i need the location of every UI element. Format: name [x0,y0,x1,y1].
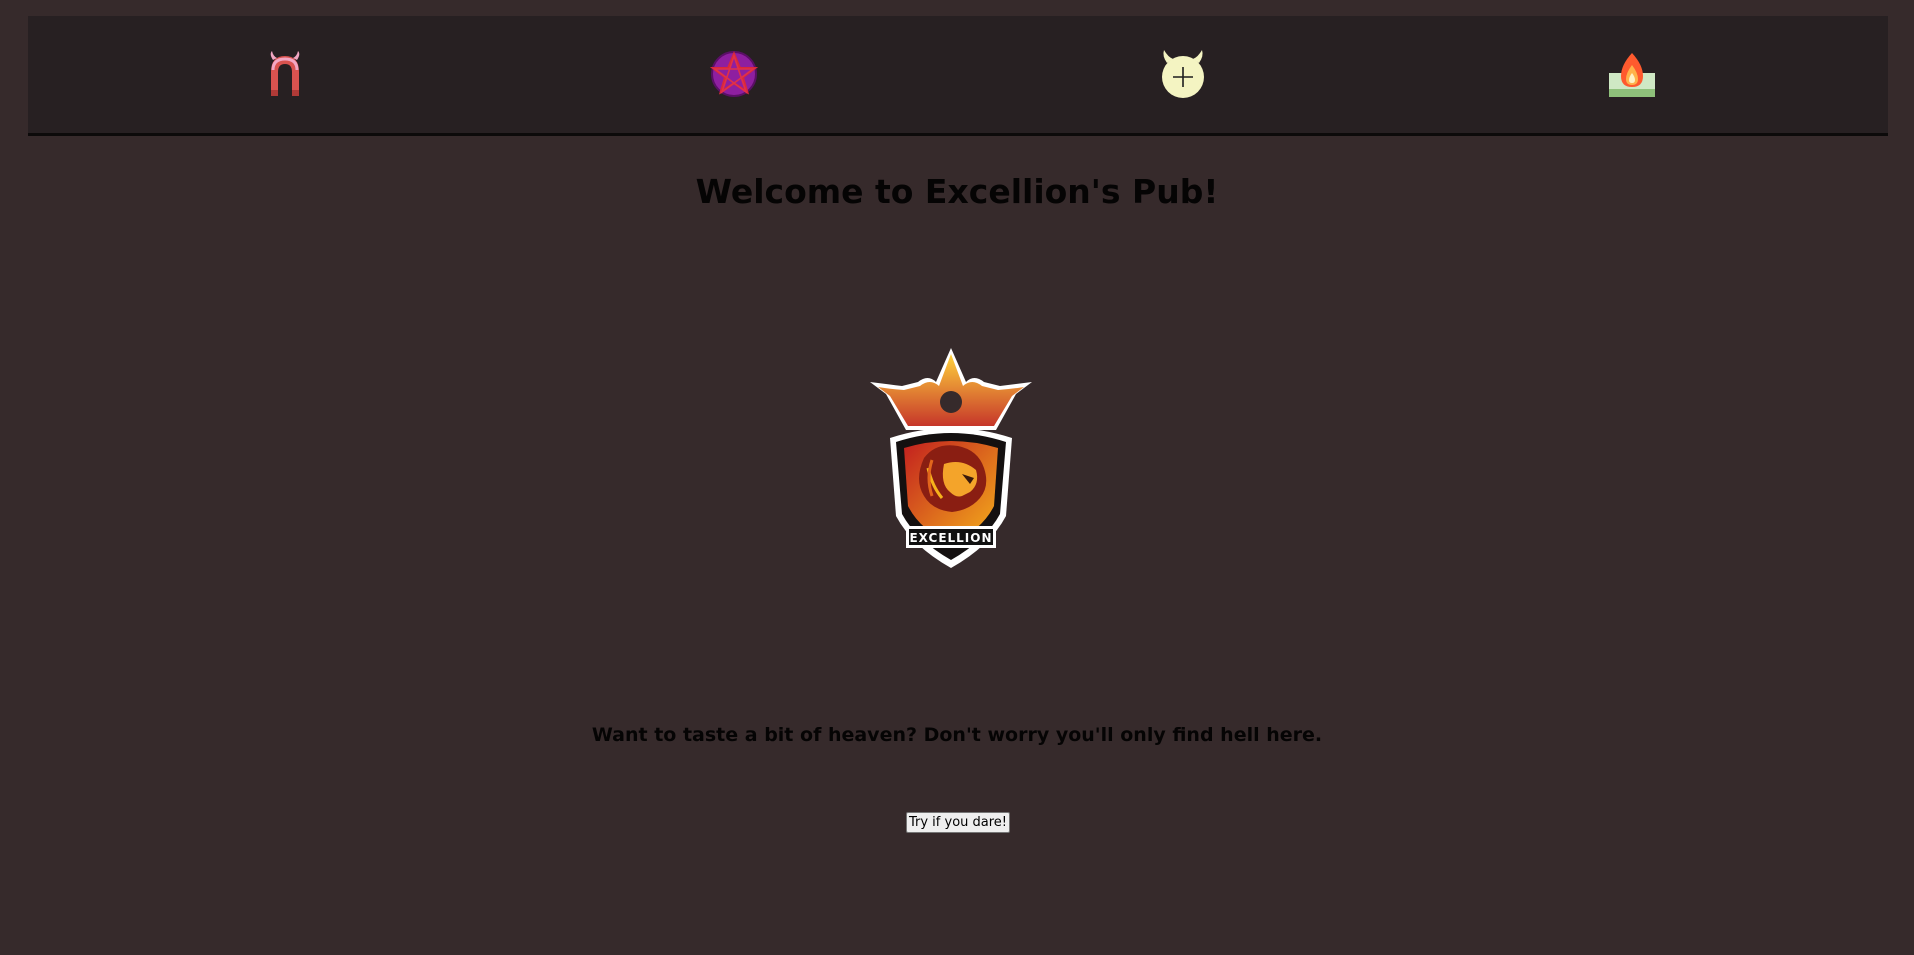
navbar [28,16,1888,136]
excellion-logo: EXCELLION [866,346,1036,570]
nav-item-fire[interactable] [1606,48,1658,100]
page-title: Welcome to Excellion's Pub! [695,172,1219,211]
pentagram-icon [710,50,758,98]
nav-item-pentagram[interactable] [708,48,760,100]
try-if-you-dare-button[interactable]: Try if you dare! [906,812,1010,833]
horned-arch-icon [263,50,307,98]
tagline: Want to taste a bit of heaven? Don't wor… [591,724,1323,746]
nav-item-add[interactable] [1157,48,1209,100]
nav-item-home[interactable] [259,48,311,100]
flame-tray-icon [1607,49,1657,99]
horned-plus-icon [1159,49,1207,99]
logo-text: EXCELLION [909,531,992,545]
